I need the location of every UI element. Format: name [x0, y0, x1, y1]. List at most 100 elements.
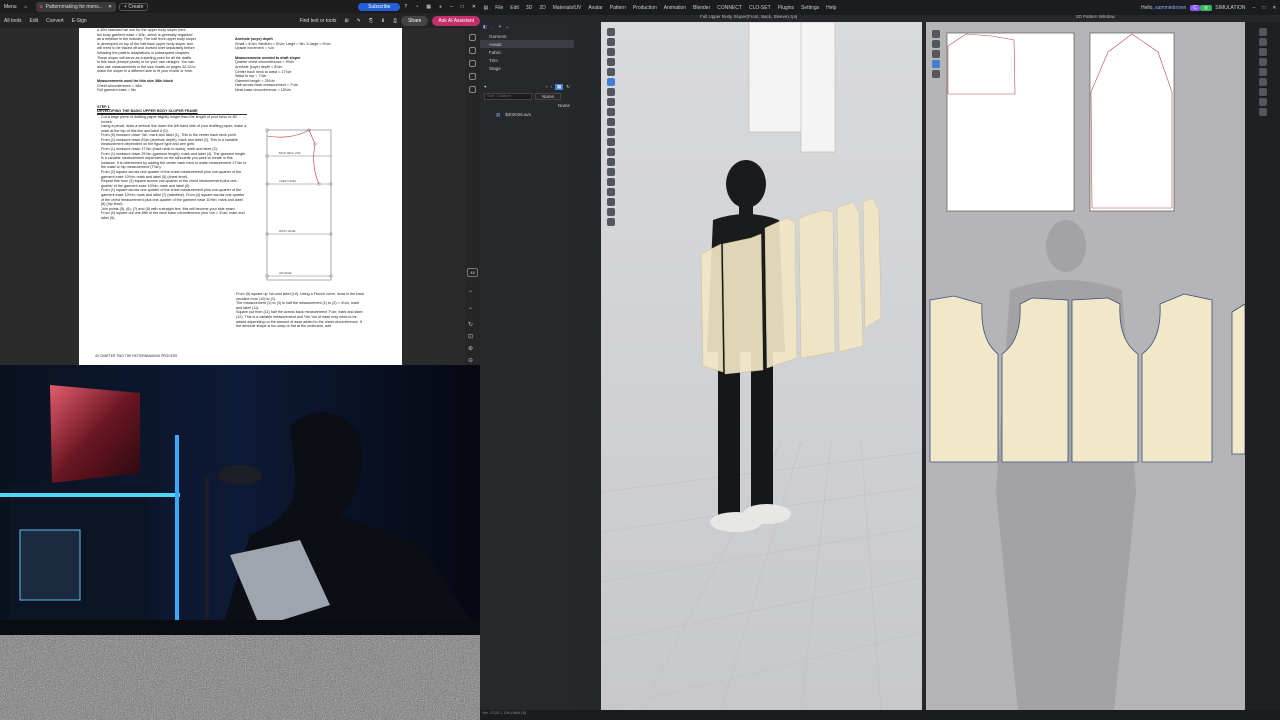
- grading-icon[interactable]: [1258, 68, 1267, 76]
- menu-3d[interactable]: 3D: [522, 5, 535, 11]
- viewport-2d[interactable]: [926, 22, 1246, 712]
- subscribe-button[interactable]: Subscribe: [358, 2, 401, 11]
- attachment-icon[interactable]: [469, 86, 476, 93]
- transform-pattern-tool-icon[interactable]: [932, 30, 940, 38]
- fit-page-icon[interactable]: ⊡: [468, 333, 473, 340]
- add-icon[interactable]: +: [506, 25, 509, 30]
- fold-tool-icon[interactable]: [607, 58, 615, 66]
- markup-icon[interactable]: ✎: [353, 18, 365, 24]
- simulation-mode[interactable]: SIMULATION: [1212, 5, 1249, 11]
- button-tool-icon[interactable]: [607, 138, 615, 146]
- reset-tool-icon[interactable]: [607, 218, 615, 226]
- menu-avatar[interactable]: Avatar: [585, 5, 606, 11]
- menu-convert[interactable]: Convert: [42, 18, 68, 24]
- menu-2d[interactable]: 2D: [536, 5, 549, 11]
- viewport-3d[interactable]: [600, 21, 923, 711]
- file-list-item[interactable]: ▥ $202026.avs: [480, 110, 574, 119]
- scroll-up-icon[interactable]: ⌃: [468, 290, 473, 297]
- tack-tool-icon[interactable]: [607, 68, 615, 76]
- menu-help[interactable]: Help: [823, 5, 840, 11]
- camera-tool-icon[interactable]: [607, 188, 615, 196]
- grid-tool-icon[interactable]: [1258, 98, 1267, 106]
- rotate-icon[interactable]: ↻: [468, 321, 473, 328]
- menu-settings[interactable]: Settings: [798, 5, 823, 11]
- simulation-tool-icon[interactable]: [607, 78, 615, 86]
- explorer-tab-stage[interactable]: Stage: [480, 64, 574, 72]
- close-icon[interactable]: ✕: [468, 4, 480, 10]
- tab-document[interactable]: ■ Patternmaking for mens... ✕: [35, 1, 117, 12]
- zoom-out-icon[interactable]: ⊖: [468, 357, 473, 364]
- tool-icon[interactable]: ⊞: [340, 18, 352, 24]
- reload-icon[interactable]: ↻: [566, 84, 570, 90]
- render-tool-icon[interactable]: [607, 178, 615, 186]
- symmetry-icon[interactable]: [1258, 78, 1267, 86]
- sort-select[interactable]: Name: [535, 92, 562, 100]
- apps-icon[interactable]: ▦: [422, 4, 435, 10]
- bookmark-icon[interactable]: [469, 47, 476, 54]
- print-icon[interactable]: ⎙: [389, 18, 401, 24]
- avatar-tool-icon[interactable]: [607, 98, 615, 106]
- menu-edit[interactable]: Edit: [26, 18, 43, 24]
- location-icon[interactable]: ⌖: [484, 84, 487, 89]
- notch-tool-icon[interactable]: [932, 70, 940, 78]
- menu-button[interactable]: Menu: [0, 4, 21, 10]
- help-icon[interactable]: ?: [400, 4, 411, 10]
- favorite-icon[interactable]: ✦: [498, 24, 502, 30]
- close-tab-icon[interactable]: ✕: [108, 4, 112, 10]
- find-tools-field[interactable]: Find text or tools: [295, 18, 340, 24]
- minimize-icon[interactable]: –: [1249, 5, 1259, 11]
- explorer-tab-trim[interactable]: Trim: [480, 56, 574, 64]
- menu-connect[interactable]: CONNECT: [714, 5, 746, 11]
- zoom-in-icon[interactable]: ⊕: [468, 345, 473, 352]
- maximize-icon[interactable]: □: [457, 4, 468, 10]
- home-icon[interactable]: ⌂: [21, 4, 32, 10]
- notifications-icon[interactable]: ◔: [411, 4, 422, 10]
- ai-assistant-button[interactable]: Ask AI Assistant: [432, 15, 480, 26]
- explorer-tab-avatar[interactable]: Avatar: [480, 40, 574, 48]
- save-icon[interactable]: ⬇: [377, 18, 389, 24]
- internal-line-tool-icon[interactable]: [932, 60, 940, 68]
- fit-map-tool-icon[interactable]: [607, 168, 615, 176]
- menu-esign[interactable]: E-Sign: [68, 18, 91, 24]
- attach-icon[interactable]: ⎘: [365, 18, 377, 24]
- zipper-tool-icon[interactable]: [607, 148, 615, 156]
- modular-icon[interactable]: [1258, 58, 1267, 66]
- share-button[interactable]: Share: [401, 15, 429, 26]
- page-icon[interactable]: [469, 73, 476, 80]
- menu-pattern[interactable]: Pattern: [606, 5, 629, 11]
- explorer-tab-fabric[interactable]: Fabric: [480, 48, 574, 56]
- view-toggle-icon[interactable]: ▦: [554, 83, 564, 90]
- menu-file[interactable]: File: [492, 5, 507, 11]
- trim-tool-icon[interactable]: [607, 158, 615, 166]
- comment-icon[interactable]: [469, 34, 476, 41]
- menu-edit[interactable]: Edit: [507, 5, 523, 11]
- username-label[interactable]: sammiebrown: [1155, 5, 1186, 11]
- refresh-icon[interactable]: ◌: [491, 25, 494, 30]
- menu-production[interactable]: Production: [629, 5, 660, 11]
- minimize-icon[interactable]: –: [446, 4, 457, 10]
- polygon-tool-icon[interactable]: [932, 50, 940, 58]
- page-number-field[interactable]: 48: [467, 268, 478, 277]
- explorer-tab-garment[interactable]: Garment: [480, 32, 574, 40]
- connect-icon[interactable]: ◎: [1200, 4, 1212, 11]
- pin-tool-icon[interactable]: [607, 48, 615, 56]
- history-icon[interactable]: [1258, 48, 1267, 56]
- search-icon[interactable]: [469, 60, 476, 67]
- back-icon[interactable]: ‹: [546, 84, 548, 89]
- close-icon[interactable]: ✕: [1269, 5, 1280, 11]
- sewing-tool-icon[interactable]: [607, 118, 615, 126]
- menu-clo-set[interactable]: CLO-SET: [745, 5, 774, 11]
- object-browser-icon[interactable]: [1258, 28, 1267, 36]
- lock-tool-icon[interactable]: [607, 198, 615, 206]
- menu-animation[interactable]: Animation: [660, 5, 689, 11]
- zoom-tool-icon[interactable]: [1258, 108, 1267, 116]
- property-editor-icon[interactable]: [1258, 38, 1267, 46]
- clo-set-icon[interactable]: C: [1189, 4, 1201, 11]
- measure-tool-icon[interactable]: [607, 88, 615, 96]
- menu-blender[interactable]: Blender: [690, 5, 714, 11]
- forward-icon[interactable]: ›: [550, 84, 552, 89]
- texture-tool-icon[interactable]: [607, 108, 615, 116]
- menu-all-tools[interactable]: All tools: [0, 18, 26, 24]
- edit-point-tool-icon[interactable]: [932, 40, 940, 48]
- avatar[interactable]: ●: [435, 4, 446, 10]
